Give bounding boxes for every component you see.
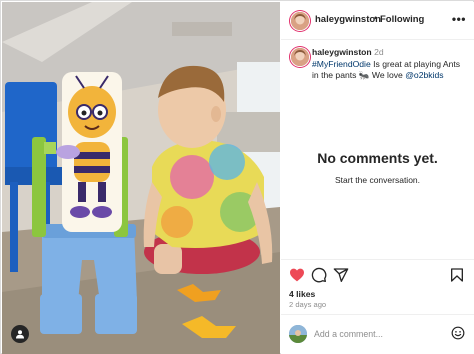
caption-username[interactable]: haleygwinston	[312, 47, 372, 57]
no-comments-state: No comments yet. Start the conversation.	[281, 150, 474, 185]
author-username[interactable]: haleygwinston	[315, 14, 381, 25]
author-avatar[interactable]	[291, 12, 309, 30]
smiley-icon	[451, 326, 465, 340]
post-header: haleygwinston • Following •••	[281, 2, 474, 40]
post-side-panel: haleygwinston • Following ••• haleygwins…	[281, 2, 474, 354]
add-comment-input[interactable]	[314, 326, 434, 342]
send-icon	[333, 268, 349, 282]
post-actions: 4 likes 2 days ago	[281, 259, 474, 314]
viewer-avatar	[289, 325, 307, 343]
caption-author-avatar[interactable]	[291, 48, 309, 66]
no-comments-subtitle: Start the conversation.	[334, 175, 421, 185]
emoji-button[interactable]	[451, 326, 465, 345]
mention-link[interactable]: @o2bkids	[405, 70, 443, 80]
save-button[interactable]	[449, 267, 465, 283]
like-button[interactable]	[289, 267, 305, 283]
post-caption: haleygwinston 2d #MyFriendOdie Is great a…	[281, 40, 474, 86]
avatar-image	[291, 48, 309, 66]
post-photo	[2, 2, 280, 354]
post-media[interactable]	[2, 2, 280, 354]
more-options-icon[interactable]: •••	[452, 12, 466, 26]
avatar-image	[291, 12, 309, 30]
following-button[interactable]: Following	[380, 14, 424, 25]
tagged-people-button[interactable]	[11, 325, 29, 343]
avatar-image	[289, 325, 307, 343]
likes-count[interactable]: 4 likes	[289, 289, 315, 299]
hashtag-link[interactable]: #MyFriendOdie	[312, 59, 371, 69]
post-date[interactable]: 2 days ago	[289, 300, 326, 309]
post-dialog: haleygwinston • Following ••• haleygwins…	[0, 0, 474, 354]
heart-filled-icon	[290, 268, 304, 282]
comment-button[interactable]	[311, 267, 327, 283]
comment-icon	[311, 267, 327, 283]
share-button[interactable]	[333, 267, 349, 283]
add-comment-bar	[281, 314, 474, 354]
caption-time[interactable]: 2d	[374, 47, 384, 57]
separator-dot: •	[374, 13, 378, 24]
no-comments-title: No comments yet.	[317, 150, 438, 166]
bookmark-icon	[451, 268, 463, 282]
caption-text: haleygwinston 2d #MyFriendOdie Is great a…	[312, 47, 462, 82]
person-icon	[16, 330, 24, 339]
